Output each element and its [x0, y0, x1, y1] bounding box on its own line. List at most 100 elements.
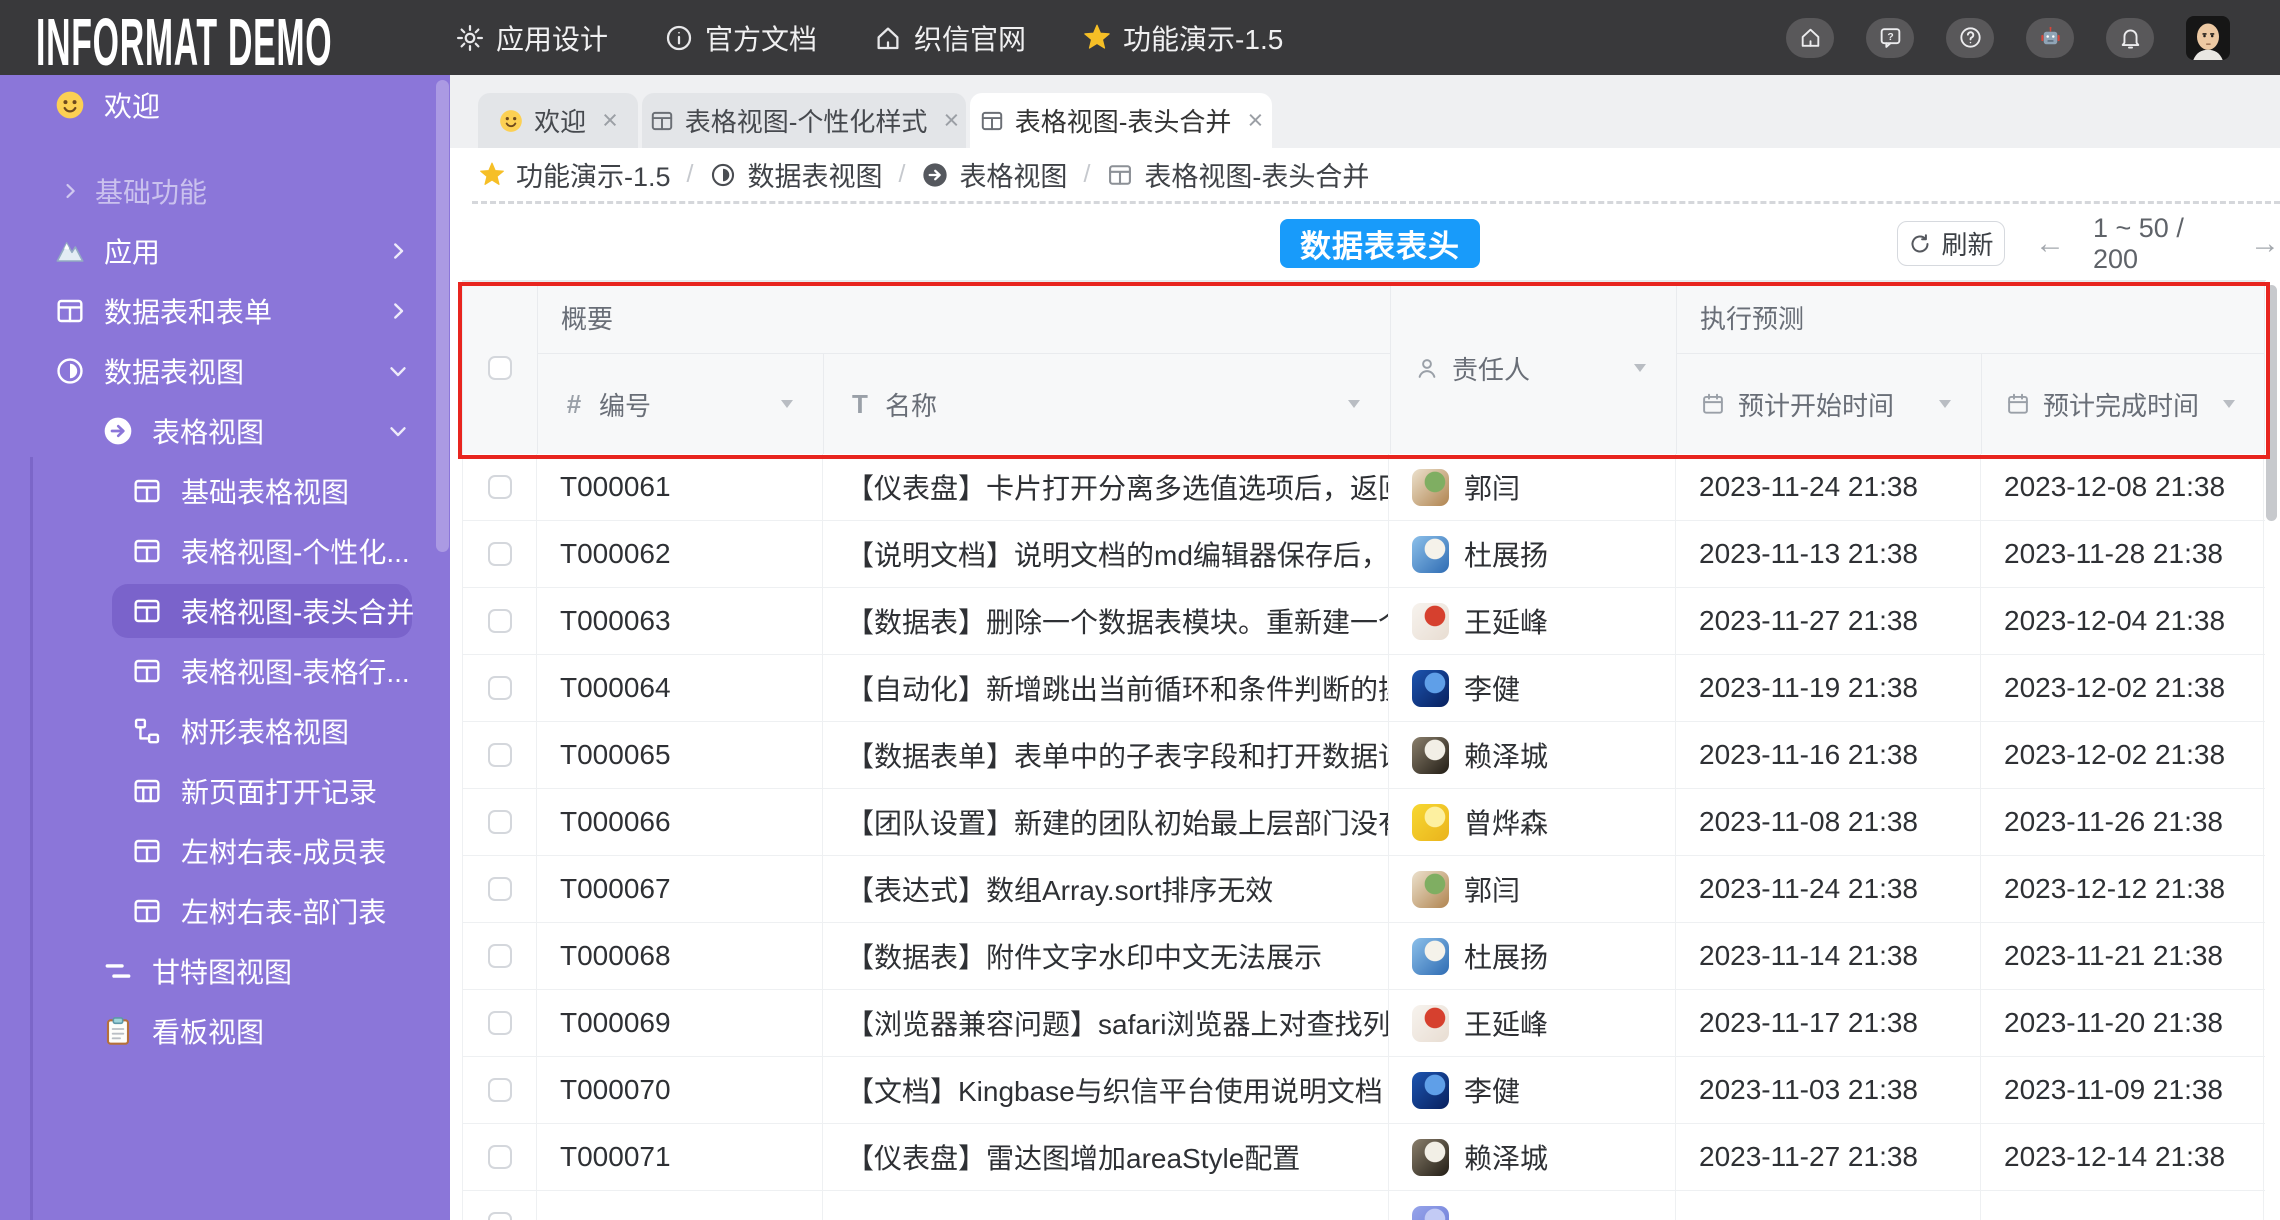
- assignee-name: 李健: [1464, 674, 1521, 705]
- row-checkbox[interactable]: [487, 475, 512, 499]
- top-nav-item[interactable]: 织信官网: [873, 18, 1026, 58]
- table-row[interactable]: T000062 【说明文档】说明文档的md编辑器保存后，... 杜展扬 2023…: [463, 521, 2265, 588]
- tab-close-icon[interactable]: ×: [943, 105, 959, 136]
- table-row[interactable]: T000064 【自动化】新增跳出当前循环和条件判断的操作 李健 2023-11…: [463, 655, 2265, 722]
- cell-end-date: 2023-11-09 21:38: [1981, 1057, 2264, 1123]
- row-checkbox[interactable]: [487, 676, 512, 700]
- home-icon: [1798, 25, 1823, 50]
- column-menu-caret-icon[interactable]: [1348, 400, 1360, 408]
- sidebar-item-label: 基础功能: [95, 177, 208, 208]
- sidebar-item[interactable]: 树形表格视图: [0, 701, 450, 761]
- cell-end-date: 2023-11-26 21:38: [1981, 789, 2264, 855]
- app-logo: INFORMAT DEMO: [36, 3, 333, 80]
- sidebar-item-label: 数据表视图: [104, 357, 245, 388]
- sidebar-menu: 欢迎 基础功能 应用 数据表和表单 数据表视图 表格视图 基础表格视图 表格视图…: [0, 75, 450, 1061]
- row-checkbox[interactable]: [487, 944, 512, 968]
- table-scrollbar[interactable]: [2266, 285, 2277, 521]
- table-row[interactable]: T000066 【团队设置】新建的团队初始最上层部门没有... 曾烨森 2023…: [463, 789, 2265, 856]
- cell-assignee: 杜展扬: [1389, 923, 1676, 989]
- next-page-arrow-icon[interactable]: →: [2250, 227, 2280, 261]
- tab-close-icon[interactable]: ×: [1247, 105, 1263, 136]
- column-menu-caret-icon[interactable]: [1939, 400, 1951, 408]
- sidebar-item[interactable]: 欢迎: [0, 75, 450, 135]
- assignee-avatar: [1412, 669, 1449, 707]
- top-nav-item[interactable]: 应用设计: [455, 18, 608, 58]
- sidebar-item[interactable]: 甘特图视图: [0, 941, 450, 1001]
- row-checkbox[interactable]: [487, 1011, 512, 1035]
- page-range: 1 ~ 50 / 200: [2093, 212, 2184, 274]
- chevron-down-icon[interactable]: [386, 419, 410, 443]
- breadcrumb-item[interactable]: 表格视图-表头合并: [1106, 155, 1369, 194]
- top-nav-item[interactable]: 官方文档: [664, 18, 817, 58]
- table-row[interactable]: T000065 【数据表单】表单中的子表字段和打开数据记... 赖泽城 2023…: [463, 722, 2265, 789]
- column-header-name[interactable]: T 名称: [824, 354, 1390, 454]
- table-row[interactable]: T000063 【数据表】删除一个数据表模块。重新建一个... 王延峰 2023…: [463, 588, 2265, 655]
- column-header-end-date[interactable]: 预计完成时间: [1982, 354, 2265, 454]
- sidebar-item[interactable]: 左树右表-成员表: [0, 821, 450, 881]
- grid-icon: [131, 775, 163, 807]
- sidebar-item[interactable]: 左树右表-部门表: [0, 881, 450, 941]
- table-row[interactable]: T000069 【浏览器兼容问题】safari浏览器上对查找列... 王延峰 2…: [463, 990, 2265, 1057]
- chevron-right-icon[interactable]: [386, 299, 410, 323]
- sidebar-scrollbar[interactable]: [436, 80, 449, 552]
- select-all-checkbox[interactable]: [488, 356, 512, 380]
- table-row[interactable]: T000068 【数据表】附件文字水印中文无法展示 杜展扬 2023-11-14…: [463, 923, 2265, 990]
- sidebar-item[interactable]: 表格视图: [0, 401, 450, 461]
- cell-end-date: 2023-11-28 21:38: [1981, 521, 2264, 587]
- column-menu-caret-icon[interactable]: [781, 400, 793, 408]
- row-checkbox[interactable]: [487, 542, 512, 566]
- feedback-button[interactable]: ?: [1866, 17, 1914, 58]
- row-checkbox[interactable]: [487, 877, 512, 901]
- help-button[interactable]: [1946, 17, 1994, 58]
- sidebar-item[interactable]: 基础功能: [0, 161, 450, 221]
- column-menu-caret-icon[interactable]: [1634, 364, 1646, 372]
- column-header-assignee[interactable]: 责任人: [1390, 282, 1677, 454]
- table-row[interactable]: T000070 【文档】Kingbase与织信平台使用说明文档 李健 2023-…: [463, 1057, 2265, 1124]
- cell-start-date: 2023-11-27 21:38: [1676, 1124, 1981, 1190]
- notifications-button[interactable]: [2106, 17, 2154, 58]
- sidebar-item[interactable]: 表格视图-表格行...: [0, 641, 450, 701]
- sidebar-item-label: 表格视图-表格行...: [181, 657, 410, 688]
- sidebar-item[interactable]: 应用: [0, 221, 450, 281]
- table-row[interactable]: T000067 【表达式】数组Array.sort排序无效 郭闫 2023-11…: [463, 856, 2265, 923]
- prev-page-arrow-icon[interactable]: ←: [2035, 227, 2065, 261]
- row-checkbox[interactable]: [487, 1145, 512, 1169]
- breadcrumb-item[interactable]: 功能演示-1.5: [478, 155, 671, 194]
- tab[interactable]: 表格视图-个性化样式 ×: [642, 93, 966, 148]
- sidebar-item[interactable]: 基础表格视图: [0, 461, 450, 521]
- table-row[interactable]: T000061 【仪表盘】卡片打开分离多选值选项后，返回... 郭闫 2023-…: [463, 454, 2265, 521]
- user-avatar[interactable]: [2186, 15, 2230, 60]
- row-checkbox[interactable]: [487, 609, 512, 633]
- top-nav-item[interactable]: 功能演示-1.5: [1082, 18, 1283, 58]
- column-header-id[interactable]: # 编号: [538, 354, 824, 454]
- refresh-button[interactable]: 刷新: [1897, 221, 2005, 266]
- table-row-partial[interactable]: [463, 1191, 2265, 1220]
- group-header-forecast: 执行预测: [1677, 282, 2265, 354]
- sidebar-item[interactable]: 表格视图-个性化...: [0, 521, 450, 581]
- tab-strip: 欢迎 × 表格视图-个性化样式 × 表格视图-表头合并 ×: [450, 75, 2280, 148]
- text-field-icon: T: [852, 389, 868, 419]
- sidebar-item[interactable]: 数据表视图: [0, 341, 450, 401]
- row-checkbox[interactable]: [487, 743, 512, 767]
- sidebar-item-label: 左树右表-成员表: [181, 837, 387, 868]
- tab[interactable]: 表格视图-表头合并 ×: [970, 93, 1272, 148]
- breadcrumb-item[interactable]: 数据表视图: [709, 155, 882, 194]
- home-button[interactable]: [1786, 17, 1834, 58]
- sidebar-item[interactable]: 数据表和表单: [0, 281, 450, 341]
- column-menu-caret-icon[interactable]: [2223, 400, 2235, 408]
- chevron-down-icon[interactable]: [386, 359, 410, 383]
- tab[interactable]: 欢迎 ×: [478, 93, 638, 148]
- assistant-button[interactable]: [2026, 17, 2074, 58]
- cell-end-date: 2023-11-21 21:38: [1981, 923, 2264, 989]
- row-checkbox[interactable]: [487, 1078, 512, 1102]
- breadcrumb-item[interactable]: 表格视图: [921, 155, 1067, 194]
- sidebar-item[interactable]: 表格视图-表头合并: [0, 581, 450, 641]
- sidebar-item[interactable]: 新页面打开记录: [0, 761, 450, 821]
- row-checkbox[interactable]: [487, 1212, 512, 1220]
- row-checkbox[interactable]: [487, 810, 512, 834]
- table-row[interactable]: T000071 【仪表盘】雷达图增加areaStyle配置 赖泽城 2023-1…: [463, 1124, 2265, 1191]
- chevron-right-icon[interactable]: [386, 239, 410, 263]
- column-header-start-date[interactable]: 预计开始时间: [1677, 354, 1982, 454]
- sidebar-item[interactable]: 看板视图: [0, 1001, 450, 1061]
- tab-close-icon[interactable]: ×: [602, 105, 618, 136]
